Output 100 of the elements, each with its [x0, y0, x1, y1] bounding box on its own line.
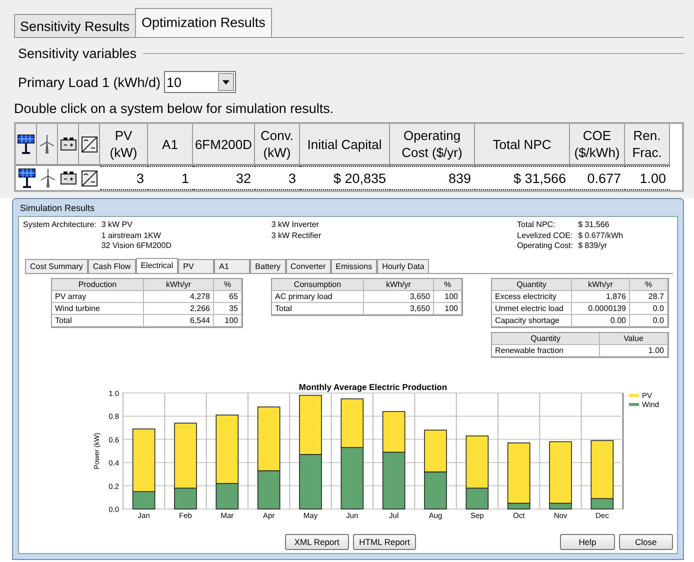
column-header: Ren. Frac.	[625, 124, 670, 166]
column-header: %	[630, 278, 668, 290]
column-header: kWh/yr	[144, 278, 214, 290]
column-header: Production	[52, 278, 144, 290]
battery-icon	[60, 136, 76, 152]
table-cell: 28.7	[630, 290, 668, 302]
architecture-item: 32 Vision 6FM200D	[101, 241, 172, 252]
table-cell[interactable]: 3	[255, 166, 300, 190]
group-title: Sensitivity variables	[18, 46, 137, 61]
table-cell: 0.0	[630, 314, 668, 326]
tab[interactable]: PV	[178, 258, 214, 272]
architecture-item: 3 kW Rectifier	[271, 230, 322, 241]
table-cell[interactable]: 32	[193, 166, 255, 190]
summary-value: $ 0.677/kWh	[578, 230, 623, 241]
dialog-button[interactable]: Close	[618, 534, 673, 550]
table-cell: Unmet electric load	[492, 302, 572, 314]
table-cell: 65	[214, 290, 242, 302]
table-cell: 100	[434, 302, 462, 314]
column-header: COE ($/kWh)	[570, 124, 625, 166]
table-cell[interactable]: $ 31,566	[475, 166, 570, 190]
battery-icon	[60, 170, 77, 186]
table-cell: 35	[214, 302, 242, 314]
table-cell: Excess electricity	[492, 290, 572, 302]
column-header: PV (kW)	[100, 124, 148, 166]
column-header: Conv. (kW)	[255, 124, 300, 166]
column-header: %	[434, 278, 462, 290]
column-header: Consumption	[272, 278, 364, 290]
summary-label: Operating Cost:	[517, 241, 574, 252]
tab[interactable]: Battery	[250, 258, 286, 272]
tab[interactable]: Emissions	[330, 258, 378, 272]
table-cell[interactable]: 839	[390, 166, 475, 190]
bar	[340, 398, 364, 448]
table-cell: Total	[52, 314, 144, 326]
column-header: Total NPC	[475, 124, 570, 166]
table-cell: 1.00	[600, 344, 668, 356]
summary-label: Levelized COE:	[517, 230, 574, 241]
column-header: 6FM200D	[193, 124, 255, 166]
bar	[424, 430, 447, 472]
chart-title: Monthly Average Electric Production	[298, 382, 448, 392]
bar	[340, 447, 364, 510]
tab[interactable]: Electrical	[136, 258, 178, 272]
table-cell: 0.0	[630, 302, 668, 314]
bar	[299, 454, 322, 510]
tab[interactable]: Hourly Data	[377, 258, 430, 272]
bar	[299, 394, 322, 455]
column-header: kWh/yr	[364, 278, 434, 290]
tab[interactable]: Sensitivity Results	[14, 14, 136, 37]
summary-value: $ 31,566	[578, 220, 610, 230]
instruction-text: Double click on a system below for simulation results.	[14, 101, 335, 116]
tab[interactable]: Cash Flow	[88, 258, 136, 272]
dropdown[interactable]: 10	[164, 71, 236, 93]
table-cell: 6,544	[144, 314, 214, 326]
table-cell: 3,650	[364, 290, 434, 302]
tab[interactable]: Converter	[286, 258, 331, 272]
table-cell: 4,278	[144, 290, 214, 302]
column-header: A1	[148, 124, 193, 166]
window-title: Simulation Results	[19, 202, 96, 215]
table-cell: Total	[272, 302, 364, 314]
table-cell: 0.00	[572, 314, 630, 326]
architecture-item: 1 airstream 1KW	[101, 230, 162, 241]
summary-label: Total NPC:	[517, 220, 556, 230]
column-header: Value	[600, 332, 668, 344]
table-cell: AC primary load	[272, 290, 364, 302]
tab[interactable]: Optimization Results	[134, 8, 272, 37]
table-cell: 0.0000139	[572, 302, 630, 314]
wind-turbine-icon	[38, 134, 56, 154]
table-cell: 100	[434, 290, 462, 302]
table-cell: 3,650	[364, 302, 434, 314]
table-cell: Capacity shortage	[492, 314, 572, 326]
bar	[424, 471, 447, 510]
table-cell: Wind turbine	[52, 302, 144, 314]
column-header: %	[214, 278, 242, 290]
field-label: System Architecture:	[23, 220, 96, 231]
field-label: Primary Load 1 (kWh/d)	[18, 74, 161, 90]
table-cell[interactable]: 1.00	[625, 166, 670, 190]
bar	[382, 452, 406, 510]
converter-icon	[81, 170, 98, 186]
bar	[382, 411, 406, 453]
column-header: Quantity	[492, 278, 572, 290]
table-cell[interactable]: 0.677	[570, 166, 625, 190]
summary-value: $ 839/yr	[578, 241, 608, 252]
table-cell[interactable]: 1	[148, 166, 193, 190]
report-button[interactable]: XML Report	[285, 534, 349, 550]
dialog-button[interactable]: Help	[560, 534, 615, 550]
column-header: kWh/yr	[572, 278, 630, 290]
solar-panel-icon	[17, 134, 35, 154]
wind-turbine-icon	[38, 168, 56, 188]
architecture-item: 3 kW Inverter	[271, 220, 320, 230]
table-cell: PV array	[52, 290, 144, 302]
column-header: Initial Capital	[300, 124, 390, 166]
table-cell: 100	[214, 314, 242, 326]
report-button[interactable]: HTML Report	[352, 534, 416, 550]
table-cell[interactable]: $ 20,835	[300, 166, 390, 190]
column-header: Operating Cost ($/yr)	[390, 124, 475, 166]
table-cell: 2,266	[144, 302, 214, 314]
tab[interactable]: Cost Summary	[25, 258, 88, 272]
tab[interactable]: A1	[214, 258, 250, 272]
solar-panel-icon	[18, 168, 36, 188]
architecture-item: 3 kW PV	[101, 220, 134, 230]
table-cell[interactable]: 3	[100, 166, 148, 190]
